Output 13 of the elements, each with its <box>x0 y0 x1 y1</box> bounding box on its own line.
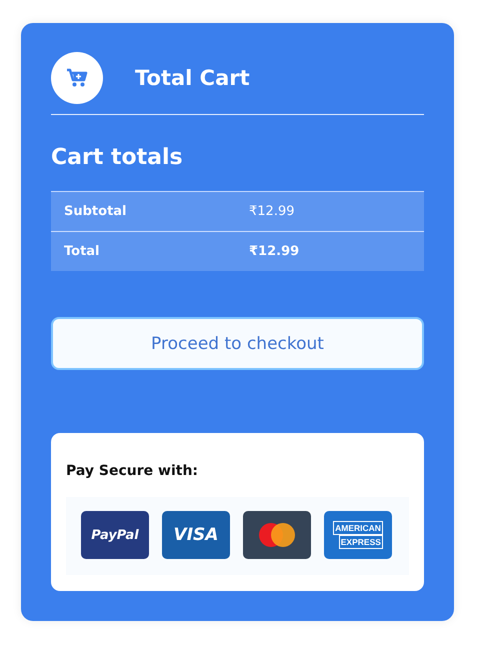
card-logo: VISA <box>162 511 230 559</box>
row-label: Total <box>63 244 101 259</box>
row-label: Subtotal <box>63 204 128 219</box>
row-value: ₹12.99 <box>249 244 300 259</box>
row-value: ₹12.99 <box>249 204 294 219</box>
checkout-button[interactable]: Proceed to checkout <box>51 317 424 370</box>
card-logo: AMERICAN EXPRESS <box>324 511 392 559</box>
card-title: Total Cart <box>135 66 250 90</box>
payment-title: Pay Secure with: <box>66 463 200 479</box>
mastercard-logo-icon <box>243 511 311 559</box>
card-logo: PayPal <box>81 511 149 559</box>
cart-totals-heading: Cart totals <box>51 145 184 171</box>
cart-icon <box>51 52 103 104</box>
